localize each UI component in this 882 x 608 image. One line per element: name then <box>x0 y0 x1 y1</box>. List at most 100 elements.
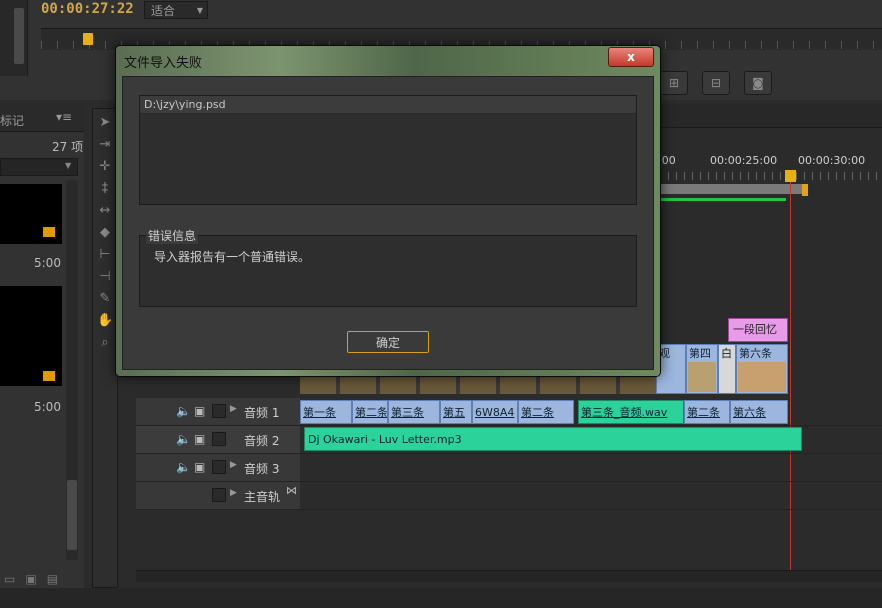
playhead-line <box>790 182 791 570</box>
dialog-titlebar[interactable]: 文件导入失败 x <box>116 46 660 74</box>
scrollbar-thumb[interactable] <box>67 480 77 550</box>
track-name: 主音轨 <box>244 490 281 504</box>
ruler-label: 00:00:30:00 <box>798 154 866 167</box>
item-count: 27 项 <box>52 140 84 154</box>
audio-clip[interactable]: 第三条_音频.wav <box>578 400 684 424</box>
track-name: 音频 1 <box>244 406 280 420</box>
file-list[interactable]: D:\jzy\ying.psd <box>139 95 637 205</box>
audio-clip[interactable]: 第六条 <box>730 400 788 424</box>
hand-icon[interactable]: ✋ <box>97 313 113 329</box>
track-row-master: ▶ 主音轨 ⋈ <box>136 482 882 510</box>
file-path: D:\jzy\ying.psd <box>144 98 226 111</box>
audio-clip[interactable]: 第二条 <box>518 400 574 424</box>
speaker-icon[interactable]: 🔈 <box>176 404 191 418</box>
track-row-audio3: 🔈 ▣ ▶ 音频 3 <box>136 454 882 482</box>
playhead-marker[interactable] <box>83 33 93 45</box>
title-clip[interactable]: 一段回忆 <box>728 318 788 342</box>
trash-icon[interactable]: ▤ <box>47 572 58 586</box>
video-clip[interactable]: 白 <box>718 344 736 394</box>
track-name: 音频 2 <box>244 434 280 448</box>
toggle-box[interactable] <box>212 488 226 502</box>
file-list-item[interactable]: D:\jzy\ying.psd <box>140 96 636 114</box>
ripple-edit-icon[interactable]: ✛ <box>97 159 113 175</box>
video-clip[interactable]: 观 <box>656 344 686 394</box>
film-icon <box>42 226 56 238</box>
speaker-icon[interactable]: 🔈 <box>176 460 191 474</box>
audio-clip[interactable]: 6W8A4 <box>472 400 518 424</box>
close-button[interactable]: x <box>608 47 654 67</box>
clip-thumbnail <box>688 362 716 392</box>
razor-icon[interactable]: ◆ <box>97 225 113 241</box>
track-header: 🔈 ▣ ▶ 音频 3 <box>136 454 300 481</box>
audio-clip[interactable]: 第二条 <box>684 400 730 424</box>
ok-button-label: 确定 <box>375 335 400 350</box>
sync-lock-icon[interactable]: ▣ <box>194 404 205 418</box>
audio-clip[interactable]: 第五 <box>440 400 472 424</box>
sync-lock-icon[interactable]: ▣ <box>194 460 205 474</box>
left-top-panel <box>0 0 28 76</box>
rate-stretch-icon[interactable]: ↔ <box>97 203 113 219</box>
group-label: 错误信息 <box>146 227 199 244</box>
expand-icon[interactable]: ▶ <box>230 404 237 414</box>
import-failed-dialog: 文件导入失败 x D:\jzy\ying.psd 错误信息 导入器报告有一个普通… <box>116 46 660 376</box>
zoom-icon[interactable]: ⌕ <box>97 335 113 351</box>
video-clip-thumbs[interactable] <box>300 374 680 394</box>
track-select-icon[interactable]: ⇥ <box>97 137 113 153</box>
tools-panel: ➤ ⇥ ✛ ‡ ↔ ◆ ⊢ ⊣ ✎ ✋ ⌕ <box>92 108 118 588</box>
timeline-hscrollbar[interactable] <box>136 570 882 582</box>
dialog-body: D:\jzy\ying.psd 错误信息 导入器报告有一个普通错误。 确定 <box>122 76 654 370</box>
pen-icon[interactable]: ✎ <box>97 291 113 307</box>
toggle-box[interactable] <box>212 460 226 474</box>
project-panel: 标记 ▾≡ 27 项 ▼ 5:00 5:00 ▭ ▣ ▤ <box>0 104 84 608</box>
clip-thumbnail <box>738 362 786 392</box>
audio1-clips: 第一条 第二条 第三条 第五 6W8A4 第二条 第三条_音频.wav 第二条 … <box>300 400 788 424</box>
chevron-down-icon: ▼ <box>196 5 203 15</box>
sync-lock-icon[interactable]: ▣ <box>194 432 205 446</box>
error-message: 导入器报告有一个普通错误。 <box>154 250 311 264</box>
audio-clip[interactable]: 第一条 <box>300 400 352 424</box>
rolling-edit-icon[interactable]: ‡ <box>97 181 113 197</box>
toggle-box[interactable] <box>212 404 226 418</box>
track-header: 🔈 ▣ ▶ 音频 1 <box>136 398 300 425</box>
extract-icon[interactable]: ⊟ <box>702 71 730 95</box>
ruler-label: :00 <box>658 154 676 167</box>
toggle-box[interactable] <box>212 432 226 446</box>
fit-dropdown-label: 适合 <box>151 3 176 18</box>
monitor-controls: ⊞ ⊟ ◙ <box>660 68 882 98</box>
audio-clip[interactable]: 第三条 <box>388 400 440 424</box>
new-item-icon[interactable]: ▣ <box>25 572 36 586</box>
clip-duration: 5:00 <box>34 256 61 270</box>
folder-icon[interactable]: ▭ <box>4 572 15 586</box>
chevron-down-icon: ▼ <box>65 161 72 170</box>
project-search[interactable]: ▼ <box>0 158 78 176</box>
camera-icon[interactable]: ◙ <box>744 71 772 95</box>
dialog-title: 文件导入失败 <box>124 56 203 71</box>
expand-icon[interactable]: ▶ <box>230 460 237 470</box>
film-icon <box>42 370 56 382</box>
lift-icon[interactable]: ⊞ <box>660 71 688 95</box>
panel-menu-icon[interactable]: ▾≡ <box>56 110 72 124</box>
bowtie-icon[interactable]: ⋈ <box>286 484 297 497</box>
audio2-clip[interactable]: Dj Okawari - Luv Letter.mp3 <box>304 427 802 451</box>
track-header: ▶ 主音轨 ⋈ <box>136 482 300 509</box>
audio-clip[interactable]: 第二条 <box>352 400 388 424</box>
project-scrollbar[interactable] <box>66 180 78 560</box>
track-name: 音频 3 <box>244 462 280 476</box>
ok-button[interactable]: 确定 <box>347 331 429 353</box>
scrollbar[interactable] <box>14 8 24 64</box>
timecode-display[interactable]: 00:00:27:22 <box>41 1 134 17</box>
clip-duration: 5:00 <box>34 400 61 414</box>
ruler-label: 00:00:25:00 <box>710 154 778 167</box>
close-icon: x <box>627 50 635 64</box>
error-info-group: 错误信息 导入器报告有一个普通错误。 <box>139 227 637 307</box>
tab-marker[interactable]: 标记 <box>0 112 24 129</box>
expand-icon[interactable]: ▶ <box>230 488 237 498</box>
selection-tool-icon[interactable]: ➤ <box>97 115 113 131</box>
track-header: 🔈 ▣ 音频 2 <box>136 426 300 453</box>
speaker-icon[interactable]: 🔈 <box>176 432 191 446</box>
fit-dropdown[interactable]: 适合 ▼ <box>144 1 208 19</box>
work-area-end[interactable] <box>802 184 808 196</box>
slip-icon[interactable]: ⊢ <box>97 247 113 263</box>
slide-icon[interactable]: ⊣ <box>97 269 113 285</box>
playhead-marker[interactable] <box>785 170 796 182</box>
